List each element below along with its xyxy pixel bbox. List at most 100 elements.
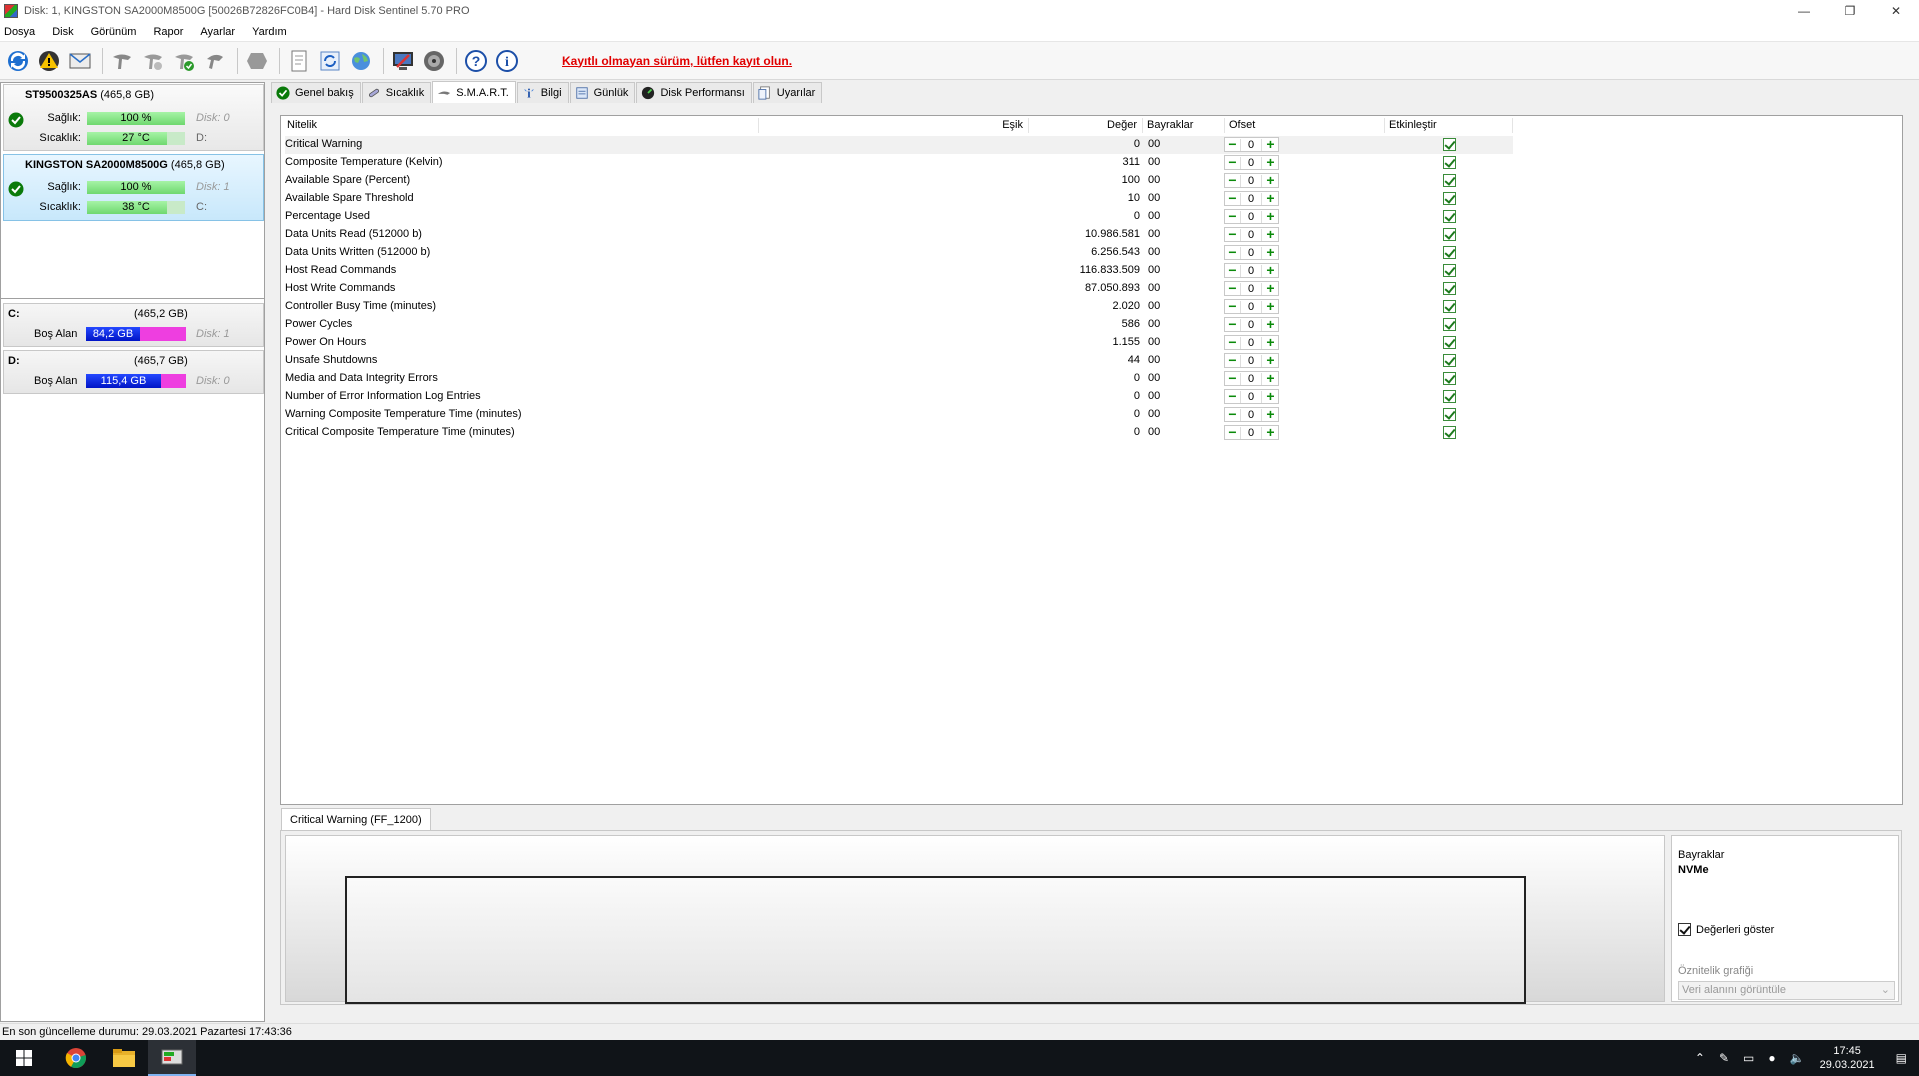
minus-icon[interactable]: − xyxy=(1226,263,1239,277)
column-header-offset[interactable]: Ofset xyxy=(1225,118,1385,133)
enable-checkbox[interactable] xyxy=(1443,336,1456,349)
enable-checkbox[interactable] xyxy=(1443,210,1456,223)
minus-icon[interactable]: − xyxy=(1226,317,1239,331)
tab-alerts[interactable]: Uyarılar xyxy=(752,82,823,103)
plus-icon[interactable]: + xyxy=(1264,299,1277,313)
disk-card-1[interactable]: KINGSTON SA2000M8500G (465,8 GB) Sağlık:… xyxy=(3,154,264,221)
menu-settings[interactable]: Ayarlar xyxy=(200,26,235,38)
table-row[interactable]: Power On Hours 1.155 00 −0 + xyxy=(285,334,1513,352)
plus-icon[interactable]: + xyxy=(1264,155,1277,169)
tool-4-button[interactable] xyxy=(201,47,229,75)
minus-icon[interactable]: − xyxy=(1226,191,1239,205)
table-row[interactable]: Composite Temperature (Kelvin) 311 00 −0 + xyxy=(285,154,1513,172)
minus-icon[interactable]: − xyxy=(1226,299,1239,313)
taskbar-hard-disk-sentinel[interactable] xyxy=(148,1040,196,1076)
plus-icon[interactable]: + xyxy=(1264,263,1277,277)
tab-performance[interactable]: Disk Performansı xyxy=(636,82,752,103)
plus-icon[interactable]: + xyxy=(1264,227,1277,241)
restore-button[interactable]: ❐ xyxy=(1827,0,1873,22)
minus-icon[interactable]: − xyxy=(1226,371,1239,385)
offset-value[interactable]: 0 xyxy=(1240,427,1262,439)
attribute-graph-select[interactable]: Veri alanını görüntüle ⌄ xyxy=(1678,981,1895,1000)
menu-view[interactable]: Görünüm xyxy=(91,26,137,38)
minus-icon[interactable]: − xyxy=(1226,335,1239,349)
refresh-button[interactable] xyxy=(4,47,32,75)
offset-value[interactable]: 0 xyxy=(1240,319,1262,331)
help-button[interactable]: ? xyxy=(462,47,490,75)
table-row[interactable]: Critical Warning 0 00−0 + xyxy=(285,136,1513,154)
volume-card-c[interactable]: C: (465,2 GB) Boş Alan 84,2 GB Disk: 1 xyxy=(3,303,264,347)
enable-checkbox[interactable] xyxy=(1443,354,1456,367)
offset-value[interactable]: 0 xyxy=(1240,391,1262,403)
table-row[interactable]: Available Spare Threshold 10 00 −0 + xyxy=(285,190,1513,208)
column-header-flags[interactable]: Bayraklar xyxy=(1143,118,1225,133)
plus-icon[interactable]: + xyxy=(1264,317,1277,331)
table-row[interactable]: Host Write Commands 87.050.893 00 −0 + xyxy=(285,280,1513,298)
offset-value[interactable]: 0 xyxy=(1240,175,1262,187)
sync-button[interactable] xyxy=(316,47,344,75)
tab-info[interactable]: i Bilgi xyxy=(516,82,569,103)
menu-disk[interactable]: Disk xyxy=(52,26,73,38)
enable-checkbox[interactable] xyxy=(1443,156,1456,169)
enable-checkbox[interactable] xyxy=(1443,138,1456,151)
column-header-enable[interactable]: Etkinleştir xyxy=(1385,118,1513,133)
plus-icon[interactable]: + xyxy=(1264,353,1277,367)
taskbar-chrome[interactable] xyxy=(52,1040,100,1076)
enable-checkbox[interactable] xyxy=(1443,318,1456,331)
menu-help[interactable]: Yardım xyxy=(252,26,287,38)
plus-icon[interactable]: + xyxy=(1264,245,1277,259)
plus-icon[interactable]: + xyxy=(1264,407,1277,421)
tool-2-button[interactable] xyxy=(139,47,167,75)
volume-icon[interactable]: 🔈 xyxy=(1790,1051,1805,1065)
tab-smart[interactable]: S.M.A.R.T. xyxy=(432,81,516,103)
table-row[interactable]: Controller Busy Time (minutes) 2.020 00 −0 + xyxy=(285,298,1513,316)
minus-icon[interactable]: − xyxy=(1226,425,1239,439)
offset-value[interactable]: 0 xyxy=(1240,229,1262,241)
column-header-value[interactable]: Değer xyxy=(1029,118,1143,133)
offset-value[interactable]: 0 xyxy=(1240,247,1262,259)
tab-overview[interactable]: Genel bakış xyxy=(271,82,361,103)
table-row[interactable]: Warning Composite Temperature Time (minu… xyxy=(285,406,1513,424)
minus-icon[interactable]: − xyxy=(1226,227,1239,241)
enable-checkbox[interactable] xyxy=(1443,390,1456,403)
report-button[interactable] xyxy=(285,47,313,75)
unregistered-link[interactable]: Kayıtlı olmayan sürüm, lütfen kayıt olun… xyxy=(562,54,792,68)
offset-value[interactable]: 0 xyxy=(1240,211,1262,223)
plus-icon[interactable]: + xyxy=(1264,137,1277,151)
offset-value[interactable]: 0 xyxy=(1240,301,1262,313)
microphone-icon[interactable]: ● xyxy=(1768,1051,1775,1065)
table-row[interactable]: Host Read Commands 116.833.509 00 −0 + xyxy=(285,262,1513,280)
offset-value[interactable]: 0 xyxy=(1240,283,1262,295)
minus-icon[interactable]: − xyxy=(1226,173,1239,187)
table-row[interactable]: Percentage Used 0 00−0 + xyxy=(285,208,1513,226)
tool-5-button[interactable] xyxy=(243,47,271,75)
table-row[interactable]: Unsafe Shutdowns 44 00 −0 + xyxy=(285,352,1513,370)
table-row[interactable]: Critical Composite Temperature Time (min… xyxy=(285,424,1513,442)
enable-checkbox[interactable] xyxy=(1443,300,1456,313)
table-row[interactable]: Power Cycles 586 00 −0 + xyxy=(285,316,1513,334)
alert-button[interactable] xyxy=(35,47,63,75)
offset-value[interactable]: 0 xyxy=(1240,157,1262,169)
table-row[interactable]: Number of Error Information Log Entries 0… xyxy=(285,388,1513,406)
offset-value[interactable]: 0 xyxy=(1240,265,1262,277)
network-button[interactable] xyxy=(347,47,375,75)
disk-card-0[interactable]: ST9500325AS (465,8 GB) Sağlık: 100 % Dis… xyxy=(3,84,264,151)
table-row[interactable]: Media and Data Integrity Errors 0 00−0 + xyxy=(285,370,1513,388)
minus-icon[interactable]: − xyxy=(1226,407,1239,421)
attribute-detail-tab[interactable]: Critical Warning (FF_1200) xyxy=(281,808,431,830)
plus-icon[interactable]: + xyxy=(1264,335,1277,349)
offset-value[interactable]: 0 xyxy=(1240,337,1262,349)
offset-value[interactable]: 0 xyxy=(1240,139,1262,151)
plus-icon[interactable]: + xyxy=(1264,371,1277,385)
table-row[interactable]: Data Units Read (512000 b) 10.986.581 00 −0… xyxy=(285,226,1513,244)
plus-icon[interactable]: + xyxy=(1264,173,1277,187)
taskbar-file-explorer[interactable] xyxy=(100,1040,148,1076)
tool-1-button[interactable] xyxy=(108,47,136,75)
clock[interactable]: 17:45 29.03.2021 xyxy=(1820,1044,1875,1072)
offset-value[interactable]: 0 xyxy=(1240,373,1262,385)
enable-checkbox[interactable] xyxy=(1443,174,1456,187)
notification-icon[interactable]: ▤ xyxy=(1896,1051,1907,1065)
enable-checkbox[interactable] xyxy=(1443,264,1456,277)
menu-report[interactable]: Rapor xyxy=(153,26,183,38)
settings-button[interactable] xyxy=(389,47,417,75)
